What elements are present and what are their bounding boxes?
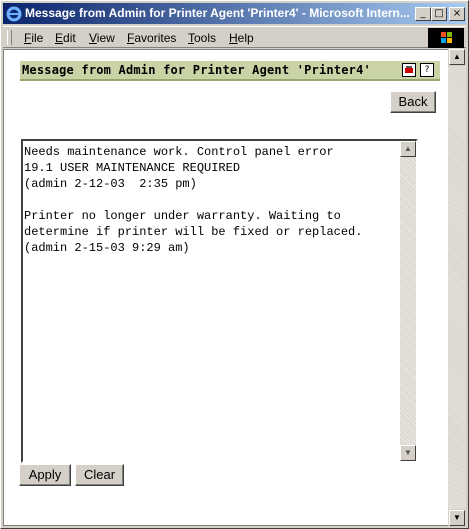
message-header-bar: Message from Admin for Printer Agent 'Pr… [20, 61, 440, 81]
back-button[interactable]: Back [390, 91, 436, 113]
print-icon[interactable] [402, 63, 416, 77]
menu-favorites[interactable]: Favorites [127, 31, 176, 45]
close-button[interactable]: × [449, 7, 465, 21]
scroll-up-arrow-icon[interactable]: ▲ [400, 141, 416, 157]
page-title: Message from Admin for Printer Agent 'Pr… [22, 63, 371, 77]
title-bar[interactable]: Message from Admin for Printer Agent 'Pr… [3, 3, 466, 24]
minimize-button[interactable]: _ [415, 7, 431, 21]
menu-edit[interactable]: Edit [55, 31, 76, 45]
menu-tools[interactable]: Tools [188, 31, 216, 45]
clear-button[interactable]: Clear [75, 464, 124, 486]
browser-window: Message from Admin for Printer Agent 'Pr… [0, 0, 469, 529]
maximize-button[interactable]: □ [431, 7, 447, 21]
scroll-down-arrow-icon[interactable]: ▼ [400, 445, 416, 461]
menu-file[interactable]: File [24, 31, 43, 45]
window-title: Message from Admin for Printer Agent 'Pr… [25, 6, 410, 20]
textarea-scrollbar[interactable]: ▲ ▼ [400, 141, 416, 461]
page-scroll-up-icon[interactable]: ▲ [449, 49, 465, 65]
page-content: Message from Admin for Printer Agent 'Pr… [3, 49, 448, 526]
help-icon[interactable]: ? [420, 63, 434, 77]
page-scroll-track[interactable] [448, 66, 466, 509]
internet-explorer-icon [6, 6, 22, 22]
windows-logo-icon [428, 28, 464, 48]
apply-button[interactable]: Apply [19, 464, 71, 486]
menu-view[interactable]: View [89, 31, 115, 45]
menu-grip[interactable] [7, 30, 12, 45]
page-scroll-down-icon[interactable]: ▼ [449, 510, 465, 526]
menu-bar: File Edit View Favorites Tools Help [3, 26, 466, 48]
page-scrollbar[interactable]: ▲ ▼ [448, 49, 466, 526]
menu-help[interactable]: Help [229, 31, 254, 45]
message-textarea[interactable]: Needs maintenance work. Control panel er… [21, 139, 418, 463]
message-text[interactable]: Needs maintenance work. Control panel er… [24, 144, 400, 256]
